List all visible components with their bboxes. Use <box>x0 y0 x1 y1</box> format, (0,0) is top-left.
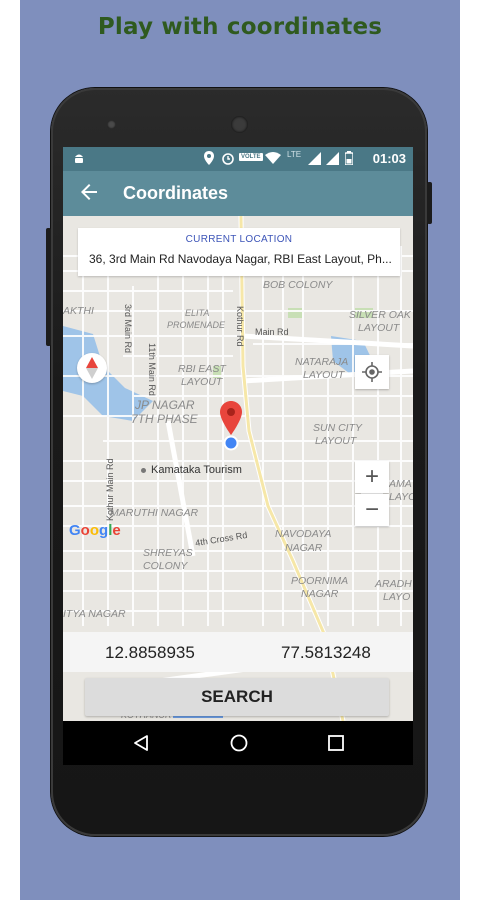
google-logo: Google <box>69 522 121 539</box>
map-view[interactable]: BOB COLONY SILVER OAK LAYOUT ELITA PROME… <box>63 216 413 721</box>
poi-dot-icon <box>141 467 146 473</box>
lte-label: LTE <box>287 150 302 159</box>
nav-home-icon[interactable] <box>229 733 249 753</box>
map-area-label: JP NAGAR <box>135 398 195 412</box>
map-area-label: LAYOUT <box>358 322 400 334</box>
map-area-label: ITYA NAGAR <box>63 608 126 620</box>
current-location-address: 36, 3rd Main Rd Navodaya Nagar, RBI East… <box>89 252 392 266</box>
map-area-label: PROMENADE <box>167 320 226 330</box>
compass-button[interactable] <box>77 353 107 383</box>
map-area-label: 7TH PHASE <box>131 412 198 426</box>
map-area-label: LAYOUT <box>181 376 223 388</box>
map-area-label: BOB COLONY <box>263 279 333 291</box>
map-area-label: AMA <box>389 478 412 490</box>
map-road-label: 3rd Main Rd <box>123 304 133 354</box>
headline: Play with coordinates <box>97 14 383 40</box>
my-location-button[interactable] <box>355 355 389 389</box>
map-area-label: NAVODAYA <box>275 528 332 540</box>
nav-recents-icon[interactable] <box>327 734 345 752</box>
poi-label: Kamataka Tourism <box>151 464 242 476</box>
poi-marker[interactable]: Kamataka Tourism <box>141 464 242 476</box>
app-title: Coordinates <box>123 183 229 203</box>
wifi-icon <box>265 152 281 164</box>
app-bar: Coordinates <box>63 171 413 216</box>
battery-icon <box>345 151 353 165</box>
map-road-label: Kothur Rd <box>235 306 245 347</box>
my-location-icon <box>362 362 382 382</box>
status-time: 01:03 <box>372 151 406 166</box>
signal-icon <box>326 152 339 165</box>
map-area-label: NATARAJA <box>295 356 349 368</box>
map-area-label: MARUTHI NAGAR <box>110 507 199 519</box>
phone-screen: VOLTE LTE 01:03 Coordinates BOB COLONY S… <box>63 147 413 721</box>
zoom-in-button[interactable]: + <box>355 461 389 493</box>
status-bar: VOLTE LTE 01:03 <box>63 147 413 171</box>
zoom-out-button[interactable]: − <box>355 494 389 526</box>
map-pin-icon[interactable] <box>220 401 242 435</box>
map-area-label: COLONY <box>143 560 188 572</box>
power-button <box>427 182 432 224</box>
map-area-label: NAGAR <box>285 542 323 554</box>
volume-button <box>46 228 51 346</box>
map-area-label: NAGAR <box>301 588 339 600</box>
latitude-value: 12.8858935 <box>105 643 195 662</box>
map-area-label: LAYOUT <box>303 369 345 381</box>
map-area-label: ARADH <box>375 578 412 590</box>
longitude-value: 77.5813248 <box>281 643 371 662</box>
map-area-label: SHREYAS <box>143 547 193 559</box>
android-icon <box>75 154 83 163</box>
map-area-label: RBI EAST <box>178 363 226 375</box>
map-area-label: SUN CITY <box>313 422 363 434</box>
map-road-label: Main Rd <box>255 327 289 337</box>
map-area-label: SILVER OAK <box>349 309 411 321</box>
map-area-label: ELITA <box>185 308 210 318</box>
front-camera <box>231 116 248 133</box>
compass-icon <box>86 357 98 379</box>
coordinates-bar: 12.8858935 77.5813248 <box>63 632 413 672</box>
alarm-icon <box>222 153 234 165</box>
location-dot-icon <box>223 435 239 451</box>
map-area-label: LAYO <box>383 591 411 603</box>
sensor-dot <box>107 120 116 129</box>
map-area-label: AKTHI <box>63 305 94 317</box>
arrow-back-icon[interactable] <box>77 180 101 204</box>
lte-signal-icon <box>308 152 321 165</box>
map-area-label: POORNIMA <box>291 575 349 587</box>
search-button[interactable]: SEARCH <box>85 678 389 716</box>
map-road-label: Kothur Main Rd <box>105 458 115 521</box>
current-location-label: CURRENT LOCATION <box>185 234 293 245</box>
navigation-bar <box>63 721 413 765</box>
map-area-label: LAYOUT <box>315 435 357 447</box>
volte-icon: VOLTE <box>239 153 263 161</box>
location-icon <box>204 151 214 165</box>
map-area-label: LAYO <box>389 491 413 503</box>
current-location-card: CURRENT LOCATION 36, 3rd Main Rd Navoday… <box>78 228 400 276</box>
nav-back-icon[interactable] <box>132 734 150 752</box>
map-road-label: 11th Main Rd <box>147 343 157 396</box>
